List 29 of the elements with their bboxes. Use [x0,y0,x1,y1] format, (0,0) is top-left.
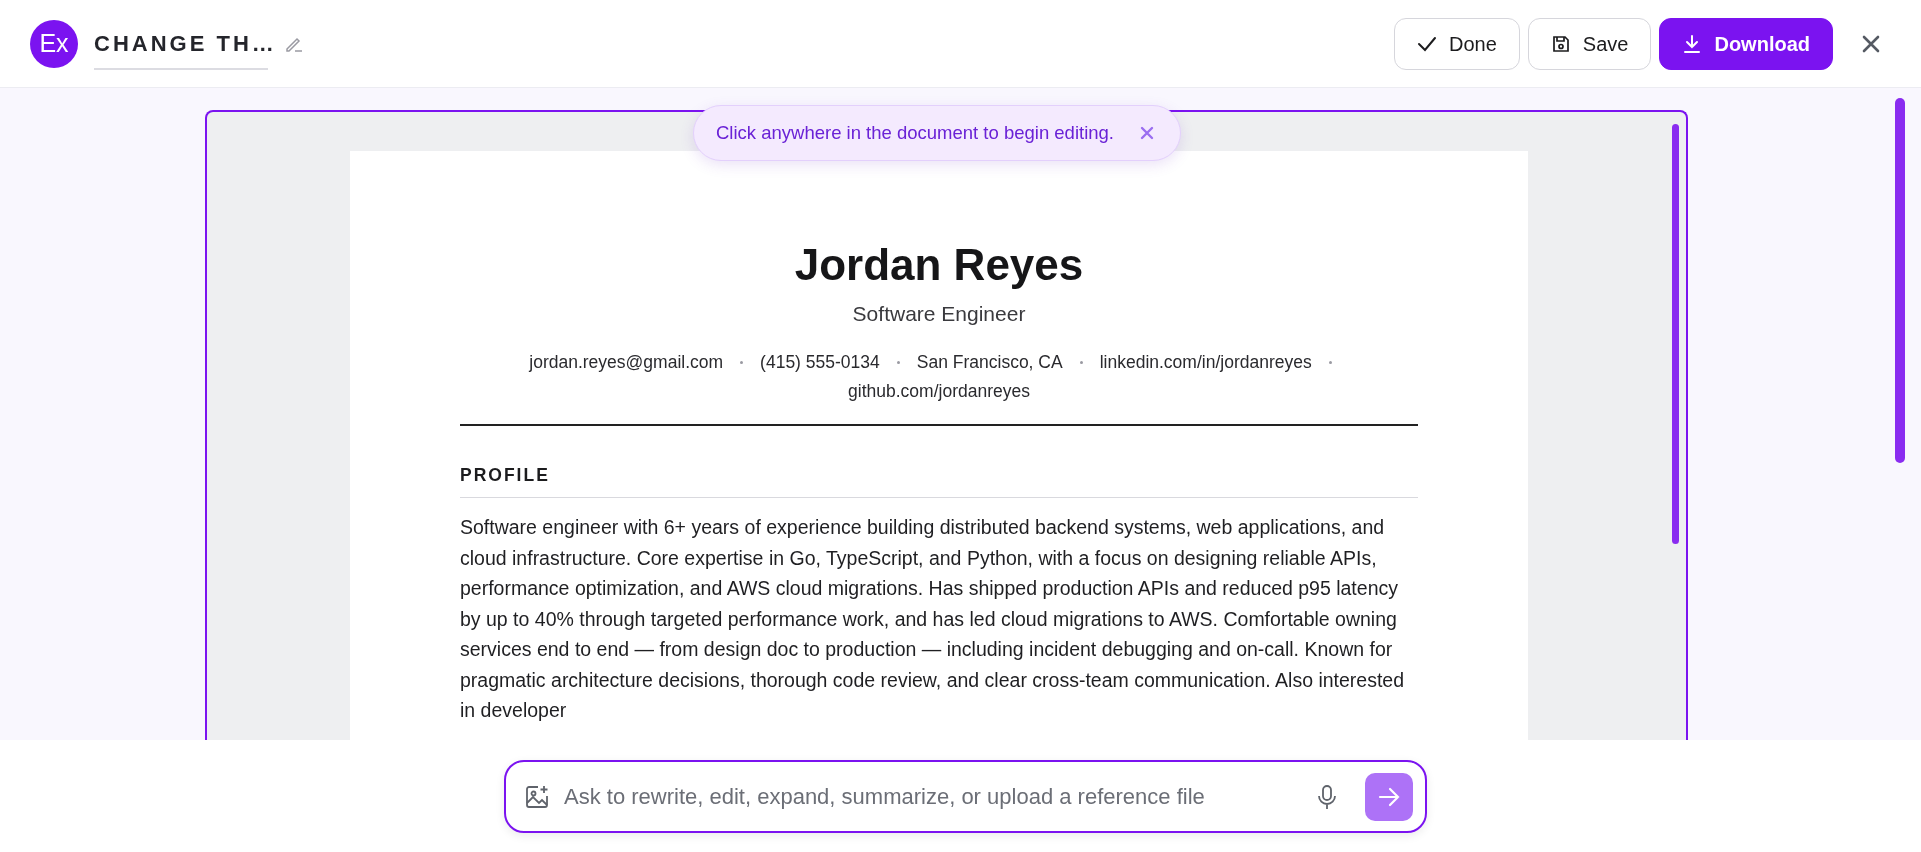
send-button[interactable] [1365,772,1413,821]
resume-title: Software Engineer [851,300,1027,327]
save-button[interactable]: Save [1527,17,1652,70]
app-logo: Ex [30,19,78,68]
close-icon[interactable] [1140,126,1154,140]
separator-dot [1079,360,1083,364]
separator-dot [1328,360,1332,364]
done-button[interactable]: Done [1394,17,1520,70]
separator-dot [740,360,744,364]
microphone-icon[interactable] [1317,783,1337,810]
section-paragraph: Software engineer with 6+ years of experience building distributed backend systems, web applications, and cloud infrastructure. Core expertise in Go, TypeScript, and Python, with a focus on designing reliable APIs, performance optimization, and AWS cloud migrations. Has shipped production APIs and reduced p95 latency by up to 40% through targeted performance work, and has led cloud migrations to AWS. Comfortable owning services end to end — from design doc to production — including incident debugging and on-call. Known for pragmatic architecture decisions, thorough code review, and clear cross-team communication. Also interested in developer [460,515,1406,724]
separator-dot [896,360,900,364]
contact-text: github.com/jordanreyes [848,379,1030,403]
scrollbar[interactable] [1672,124,1679,544]
close-icon[interactable] [1861,33,1881,54]
resume-name: Jordan Reyes [793,239,1085,291]
section-heading: PROFILE [460,461,1418,499]
contact-text: (415) 555-0134 [760,351,880,375]
image-add-icon[interactable] [524,783,550,810]
download-button[interactable]: Download [1659,17,1833,70]
contact-text: linkedin.com/in/jordanreyes [1099,351,1312,375]
arrow-icon [1378,786,1400,807]
check-icon [1417,35,1438,52]
contact-text: jordan.reyes@gmail.com [529,351,724,375]
scrollbar[interactable] [1895,98,1905,463]
download-icon [1682,33,1703,54]
contact-text: San Francisco, CA [916,351,1063,375]
prompt-box[interactable]: Ask to rewrite, edit, expand, summarize, or upload a reference file [504,760,1427,833]
toast-message: Click anywhere in the document to begin editing. [716,121,1114,146]
